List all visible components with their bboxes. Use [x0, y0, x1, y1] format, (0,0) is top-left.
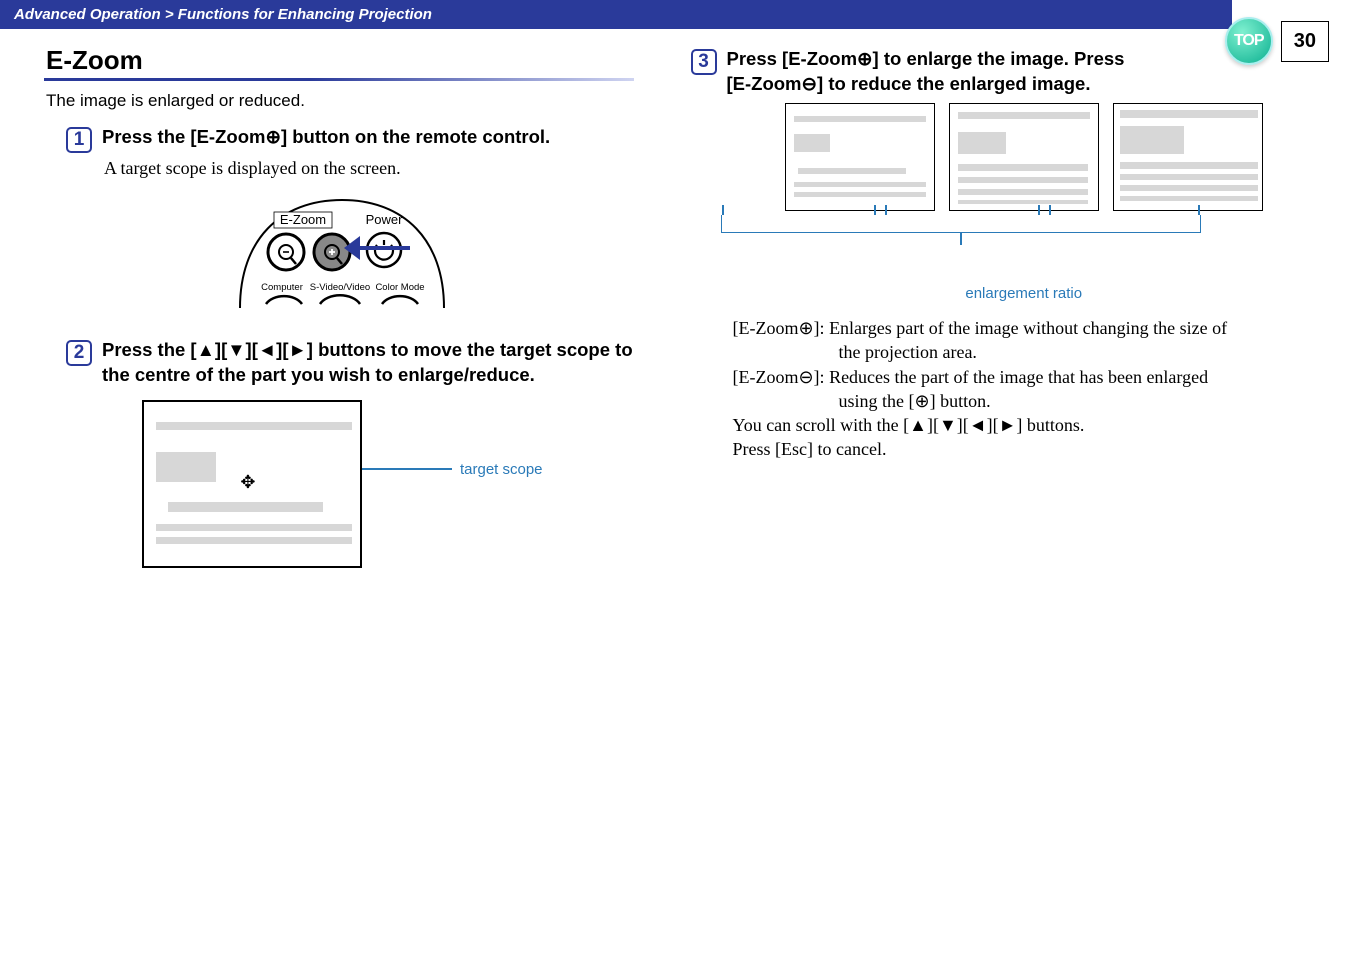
section-intro: The image is enlarged or reduced.	[46, 91, 661, 111]
remote-illustration: E-Zoom Power	[24, 190, 661, 320]
colormode-label: Color Mode	[376, 282, 425, 293]
step-1-body: A target scope is displayed on the scree…	[104, 157, 661, 180]
callout-line	[362, 468, 452, 470]
step-3-heading: Press [E-Zoom⊕] to enlarge the image. Pr…	[727, 47, 1125, 97]
step-number-1: 1	[66, 127, 92, 153]
definitions: [E-Zoom⊕]: Enlarges part of the image wi…	[733, 316, 1328, 462]
step-number-2: 2	[66, 340, 92, 366]
page-number: 30	[1281, 21, 1329, 62]
ezoom-label: E-Zoom	[280, 212, 326, 227]
section-rule	[44, 78, 634, 81]
section-title: E-Zoom	[46, 45, 661, 76]
zoom-sequence-figure	[721, 103, 1328, 211]
bracket	[721, 215, 1328, 251]
top-button[interactable]: TOP	[1225, 17, 1273, 65]
callout-enlargement-ratio: enlargement ratio	[721, 285, 1328, 302]
power-label: Power	[366, 212, 404, 227]
step-2-heading: Press the [▲][▼][◄][►] buttons to move t…	[102, 338, 661, 388]
step-1-heading: Press the [E-Zoom⊕] button on the remote…	[102, 125, 550, 150]
crosshair-icon: ✥	[236, 470, 260, 494]
computer-label: Computer	[261, 282, 303, 293]
breadcrumb: Advanced Operation > Functions for Enhan…	[0, 0, 1232, 29]
svideo-label: S-Video/Video	[310, 282, 370, 293]
step-number-3: 3	[691, 49, 717, 75]
callout-target-scope: target scope	[460, 461, 543, 478]
target-scope-figure: ✥ target scope	[24, 400, 661, 568]
